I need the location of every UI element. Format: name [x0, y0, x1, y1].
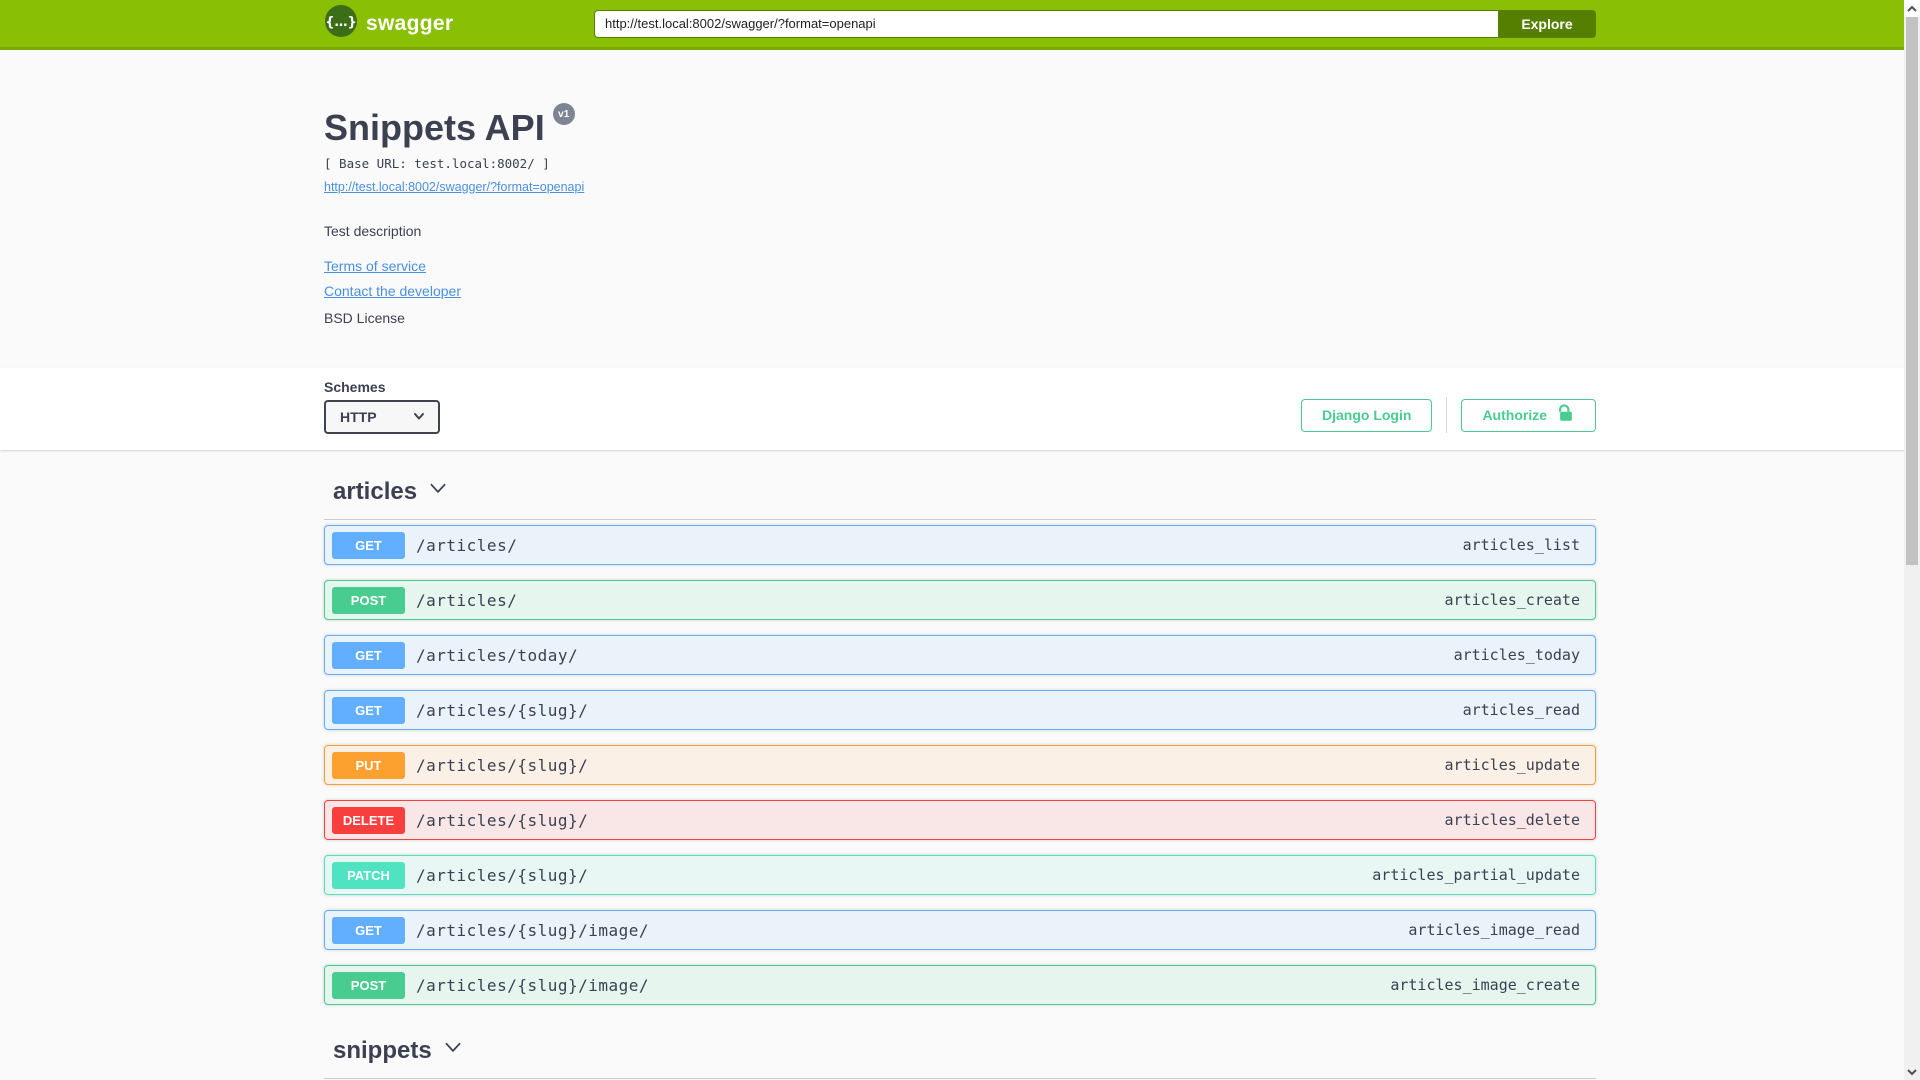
operation-row[interactable]: POST /articles/ articles_create	[324, 580, 1596, 620]
swagger-logo-icon: {…}	[324, 4, 358, 43]
method-badge: GET	[332, 641, 405, 669]
operation-row[interactable]: PATCH /articles/{slug}/ articles_partial…	[324, 855, 1596, 895]
method-badge: PUT	[332, 751, 405, 779]
operation-row[interactable]: GET /articles/{slug}/ articles_read	[324, 690, 1596, 730]
spec-url-input[interactable]	[594, 9, 1498, 38]
topbar: {…} swagger Explore	[0, 0, 1920, 50]
operation-id: articles_delete	[1444, 811, 1580, 829]
django-login-label: Django Login	[1322, 407, 1412, 423]
spec-link[interactable]: http://test.local:8002/swagger/?format=o…	[324, 180, 584, 194]
operation-path: /articles/	[416, 590, 518, 610]
scrollbar-down-icon[interactable]	[1904, 1063, 1920, 1080]
api-title-text: Snippets API	[324, 107, 545, 148]
scheme-select[interactable]: HTTP	[324, 400, 440, 434]
operation-row[interactable]: PUT /articles/{slug}/ articles_update	[324, 745, 1596, 785]
tag-header-articles[interactable]: articles	[324, 477, 1596, 506]
operation-id: articles_update	[1444, 756, 1580, 774]
terms-of-service-link[interactable]: Terms of service	[324, 258, 426, 274]
operation-row[interactable]: POST /articles/{slug}/image/ articles_im…	[324, 965, 1596, 1005]
method-badge: GET	[332, 696, 405, 724]
operation-row[interactable]: GET /articles/today/ articles_today	[324, 635, 1596, 675]
method-badge: POST	[332, 586, 405, 614]
method-badge: GET	[332, 531, 405, 559]
unlock-icon	[1557, 404, 1575, 426]
authorize-label: Authorize	[1482, 407, 1547, 423]
api-info-section: Snippets API v1 [ Base URL: test.local:8…	[0, 50, 1920, 368]
operation-path: /articles/{slug}/image/	[416, 920, 650, 940]
chevron-down-icon	[412, 409, 426, 426]
operation-path: /articles/{slug}/	[416, 700, 589, 720]
operation-id: articles_image_create	[1390, 976, 1580, 994]
method-badge: POST	[332, 971, 405, 999]
schemes-label: Schemes	[324, 379, 386, 395]
schemes-group: Schemes HTTP	[324, 379, 440, 434]
method-badge: PATCH	[332, 861, 405, 889]
svg-text:{…}: {…}	[325, 15, 357, 30]
scheme-selected-value: HTTP	[340, 409, 377, 425]
tag-divider	[324, 1078, 1596, 1079]
tag-divider	[324, 519, 1596, 520]
operation-id: articles_image_read	[1408, 921, 1580, 939]
explore-button[interactable]: Explore	[1498, 9, 1596, 38]
operation-path: /articles/{slug}/	[416, 810, 589, 830]
swagger-brand: {…} swagger	[324, 4, 453, 43]
tag-section-snippets: snippets GET /snippets/ snippets_list	[324, 1036, 1596, 1080]
operations-main: articles GET /articles/ articles_list PO…	[0, 450, 1920, 1080]
operation-row[interactable]: GET /articles/{slug}/image/ articles_ima…	[324, 910, 1596, 950]
tag-name: articles	[333, 477, 418, 505]
vertical-scrollbar[interactable]	[1904, 0, 1920, 1080]
operation-id: articles_partial_update	[1372, 866, 1580, 884]
operation-path: /articles/{slug}/	[416, 755, 589, 775]
base-url: [ Base URL: test.local:8002/ ]	[324, 156, 550, 171]
django-login-button[interactable]: Django Login	[1301, 398, 1433, 432]
tag-section-articles: articles GET /articles/ articles_list PO…	[324, 477, 1596, 1005]
operation-id: articles_list	[1462, 536, 1580, 554]
operation-id: articles_read	[1462, 701, 1580, 719]
operation-id: articles_create	[1444, 591, 1580, 609]
chevron-down-icon	[442, 1036, 464, 1065]
operation-path: /articles/{slug}/image/	[416, 975, 650, 995]
chevron-down-icon	[427, 477, 449, 506]
operation-path: /articles/today/	[416, 645, 579, 665]
tag-name: snippets	[333, 1036, 432, 1064]
api-description: Test description	[324, 223, 422, 239]
operation-path: /articles/{slug}/	[416, 865, 589, 885]
button-divider	[1446, 397, 1448, 433]
operation-path: /articles/	[416, 535, 518, 555]
operation-id: articles_today	[1453, 646, 1580, 664]
auth-wrapper: Django Login Authorize	[1301, 397, 1596, 434]
scheme-container: Schemes HTTP Django Login Authorize	[0, 368, 1920, 450]
swagger-logo-text: swagger	[366, 11, 454, 35]
spec-url-form: Explore	[594, 9, 1596, 38]
operation-list: GET /articles/ articles_list POST /artic…	[324, 525, 1596, 1005]
operation-row[interactable]: GET /articles/ articles_list	[324, 525, 1596, 565]
license-text: BSD License	[324, 310, 405, 326]
scrollbar-thumb[interactable]	[1906, 17, 1918, 565]
scrollbar-up-icon[interactable]	[1904, 0, 1920, 17]
version-badge: v1	[552, 103, 575, 125]
page-title: Snippets API v1	[324, 103, 1596, 149]
contact-developer-link[interactable]: Contact the developer	[324, 283, 461, 299]
tag-header-snippets[interactable]: snippets	[324, 1036, 1596, 1065]
method-badge: GET	[332, 916, 405, 944]
method-badge: DELETE	[332, 806, 405, 834]
operation-row[interactable]: DELETE /articles/{slug}/ articles_delete	[324, 800, 1596, 840]
authorize-button[interactable]: Authorize	[1461, 398, 1596, 432]
